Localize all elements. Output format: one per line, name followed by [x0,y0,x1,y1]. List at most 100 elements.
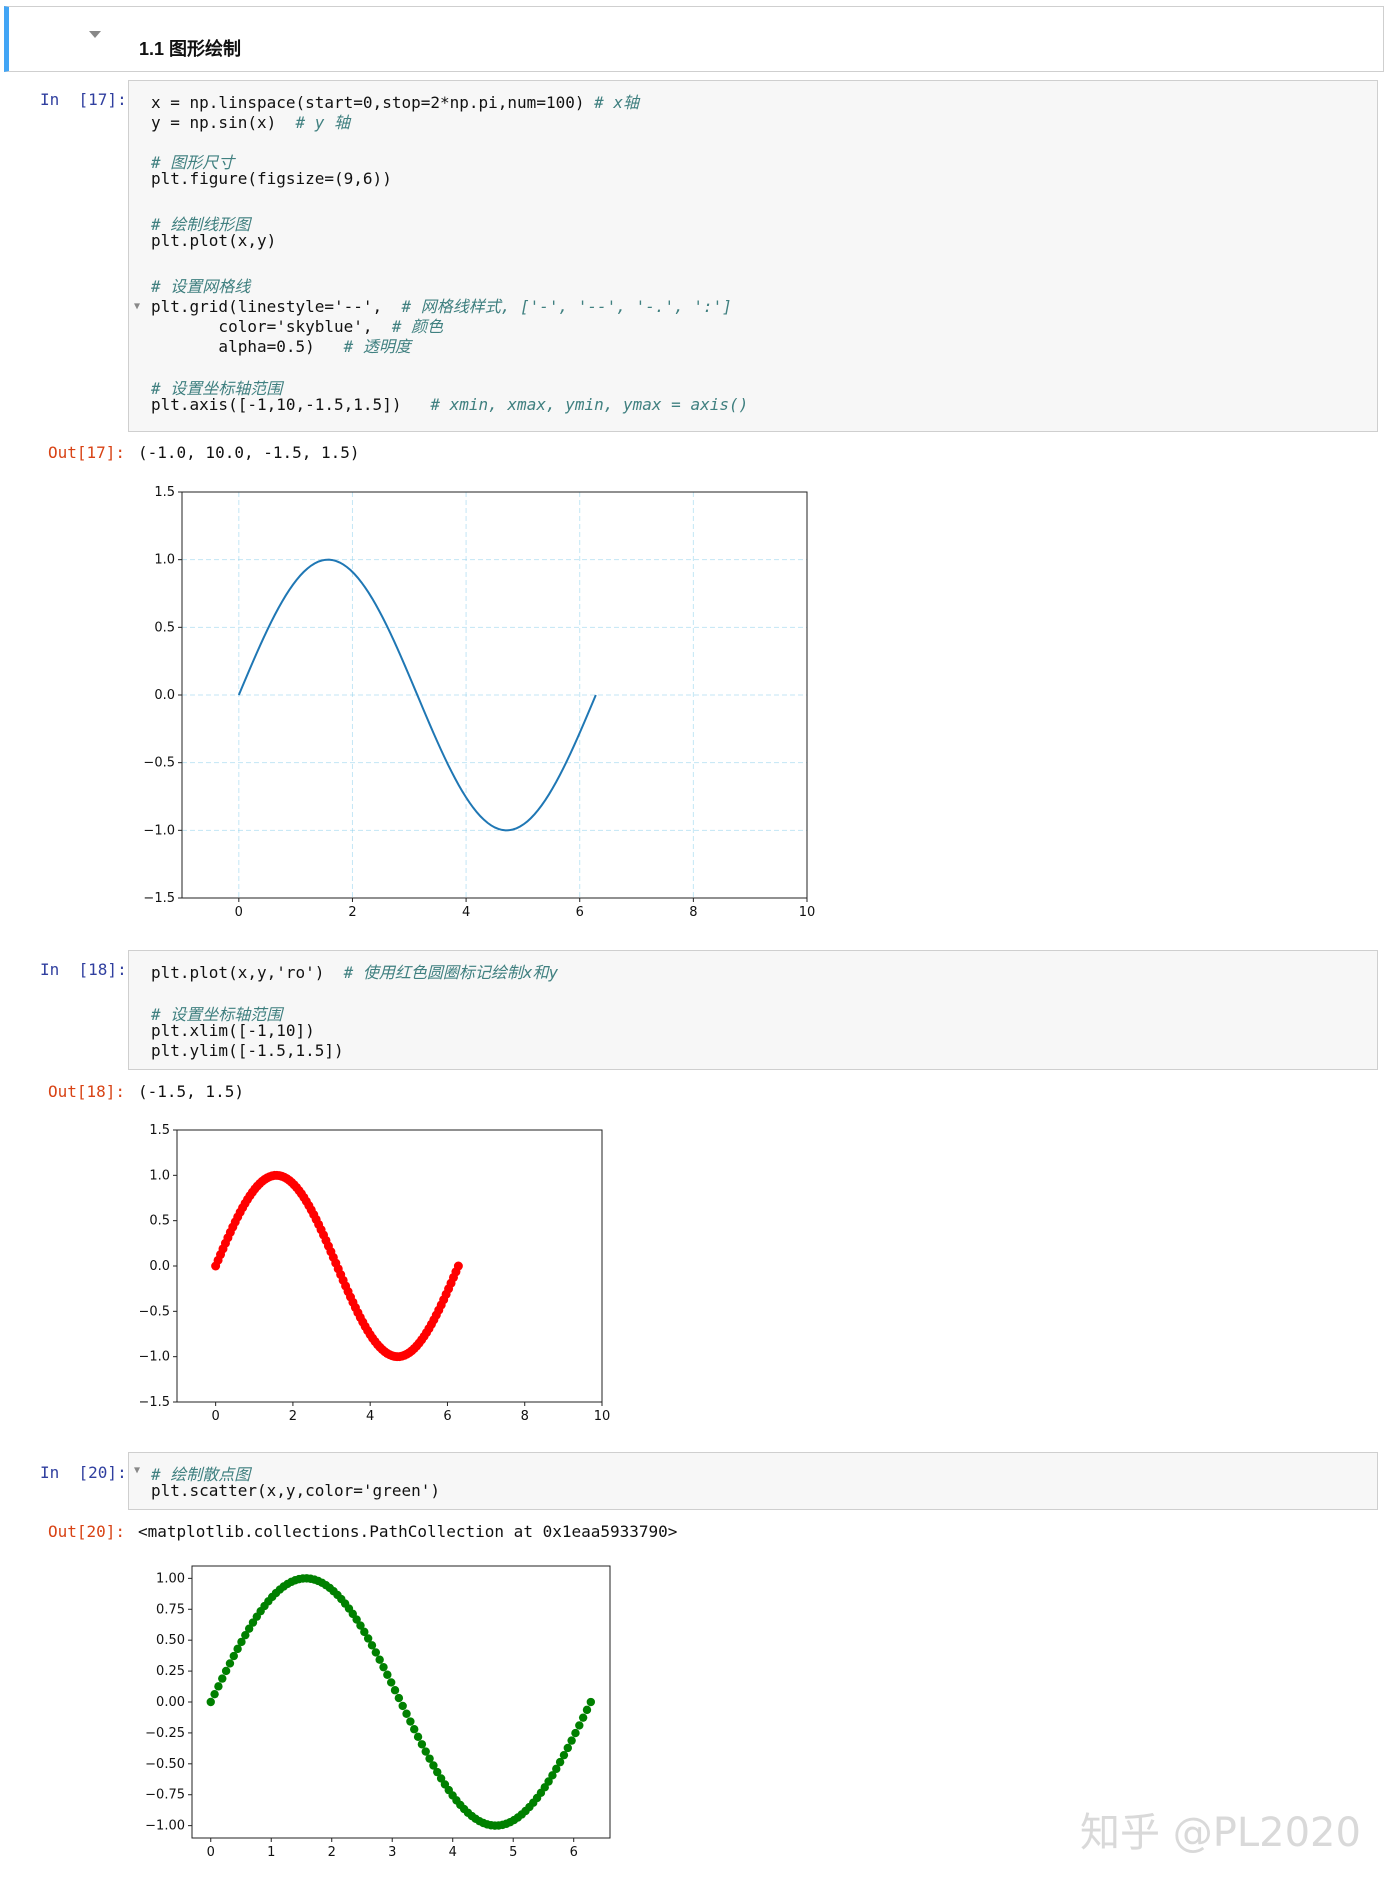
markdown-cell[interactable]: 1.1 图形绘制 [4,6,1384,72]
code-text: plt.plot(x,y,'ro') [151,963,344,982]
code-comment: # 网格线样式, ['-', '--', '-.', ':'] [401,297,732,316]
data-point [402,1709,411,1718]
x-tick-label: 3 [388,1845,396,1860]
code-cell-20[interactable]: ▼ # 绘制散点图 plt.scatter(x,y,color='green') [128,1452,1378,1510]
code-comment: # xmin, xmax, ymin, ymax = axis() [430,395,749,414]
y-tick-label: 1.5 [149,1123,170,1138]
data-point [406,1717,415,1726]
code-text: plt.scatter(x,y,color='green') [151,1481,440,1500]
input-prompt: In [17]: [40,90,127,109]
data-point [586,1697,596,1707]
data-point [214,1682,223,1691]
data-point [367,1641,377,1650]
section-heading: 1.1 图形绘制 [139,39,242,59]
y-tick-label: 0.0 [149,1259,170,1274]
x-tick-label: 10 [594,1409,611,1424]
x-tick-label: 4 [366,1409,374,1424]
y-tick-label: 1.0 [149,1168,170,1183]
x-tick-label: 0 [235,905,243,920]
x-tick-label: 0 [207,1845,215,1860]
y-tick-label: 0.50 [156,1633,185,1648]
data-point [221,1666,231,1676]
x-tick-label: 6 [576,905,584,920]
code-line: plt.plot(x,y,'ro') # 使用红色圆圈标记绘制x和y [151,959,558,983]
data-point [379,1662,388,1672]
plot-frame [176,1129,603,1403]
y-tick-label: 0.5 [154,620,175,635]
collapse-caret-icon[interactable] [89,31,101,38]
fold-arrow-icon[interactable]: ▼ [134,1465,140,1476]
data-point [225,1659,235,1668]
data-point [386,1678,396,1687]
y-tick-label: 1.0 [154,553,175,568]
x-tick-label: 4 [449,1845,457,1860]
code-cell-18[interactable]: plt.plot(x,y,'ro') # 使用红色圆圈标记绘制x和y # 设置坐标… [128,950,1378,1070]
data-point [218,1674,227,1683]
code-comment: # y 轴 [295,113,351,132]
x-tick-label: 2 [348,905,356,920]
x-tick-label: 0 [211,1409,219,1424]
data-point [571,1728,580,1738]
y-tick-label: −1.0 [143,823,175,838]
chart-sine-line: 0 2 4 6 8 10 1.5 1.0 0.5 0.0 −0.5 −1.0 −1.5 [143,485,815,920]
code-cell-17[interactable]: ▼ x = np.linspace(start=0,stop=2*np.pi,n… [128,80,1378,432]
y-tick-label: −0.50 [145,1757,185,1772]
input-prompt: In [18]: [40,960,127,979]
code-line: plt.xlim([-1,10]) [151,1021,315,1040]
y-tick-label: 0.5 [149,1214,170,1229]
output-prompt: Out[17]: [48,443,126,462]
code-comment: # x轴 [594,93,640,112]
data-point [383,1670,392,1679]
y-tick-label: 0.0 [154,688,175,703]
x-tick-label: 2 [328,1845,336,1860]
x-tick-label: 5 [509,1845,517,1860]
plot-frame [191,1565,611,1839]
y-tick-label: −1.0 [140,1350,170,1365]
code-comment: # 透明度 [343,337,411,356]
output-text: (-1.0, 10.0, -1.5, 1.5) [138,443,360,462]
code-line: plt.figure(figsize=(9,6)) [151,169,392,188]
data-point [578,1713,588,1722]
data-point [206,1697,215,1707]
y-tick-label: −1.00 [145,1819,185,1834]
input-prompt: In [20]: [40,1463,127,1482]
code-text: plt.xlim([-1,10]) [151,1021,315,1040]
code-text: plt.plot(x,y) [151,231,277,250]
code-text: y = np.sin(x) [151,113,296,132]
y-tick-label: −0.75 [145,1788,185,1803]
y-tick-label: −1.5 [143,891,175,906]
chart-red-markers: 0 2 4 6 8 10 1.5 1.0 0.5 0.0 −0.5 −1.0 −1.5 [140,1123,611,1424]
data-point [582,1705,592,1715]
code-line: plt.plot(x,y) [151,231,276,250]
chart-green-scatter: 0 1 2 3 4 5 6 1.00 0.75 0.50 0.25 0.00 −0.25 −0.50 −0.… [145,1565,611,1860]
output-text: <matplotlib.collections.PathCollection a… [138,1522,678,1541]
x-tick-label: 8 [689,905,697,920]
code-comment: # 使用红色圆圈标记绘制x和y [343,963,559,982]
code-text: plt.axis([-1,10,-1.5,1.5]) [151,395,431,414]
data-point [371,1648,381,1657]
data-point [229,1651,238,1661]
data-point [575,1721,584,1730]
x-tick-label: 6 [570,1845,578,1860]
code-line: plt.axis([-1,10,-1.5,1.5]) # xmin, xmax,… [151,395,748,414]
y-tick-label: −0.5 [143,756,175,771]
data-point [398,1701,407,1711]
code-line: plt.scatter(x,y,color='green') [151,1481,440,1500]
x-tick-label: 2 [289,1409,297,1424]
y-tick-label: −0.25 [145,1726,185,1741]
x-tick-label: 8 [521,1409,529,1424]
fold-arrow-icon[interactable]: ▼ [134,301,140,312]
output-prompt: Out[18]: [48,1082,126,1101]
y-tick-label: 1.5 [154,485,175,500]
x-tick-label: 1 [267,1845,275,1860]
data-point [410,1725,419,1734]
data-point [394,1693,404,1703]
data-point [210,1689,219,1699]
y-tick-label: 0.75 [156,1602,185,1617]
code-text: plt.ylim([-1.5,1.5]) [151,1041,344,1060]
watermark: 知乎 @PL2020 [1080,1810,1361,1856]
data-point [417,1740,427,1749]
data-point [390,1686,400,1695]
data-point [563,1743,572,1753]
x-tick-label: 6 [443,1409,451,1424]
